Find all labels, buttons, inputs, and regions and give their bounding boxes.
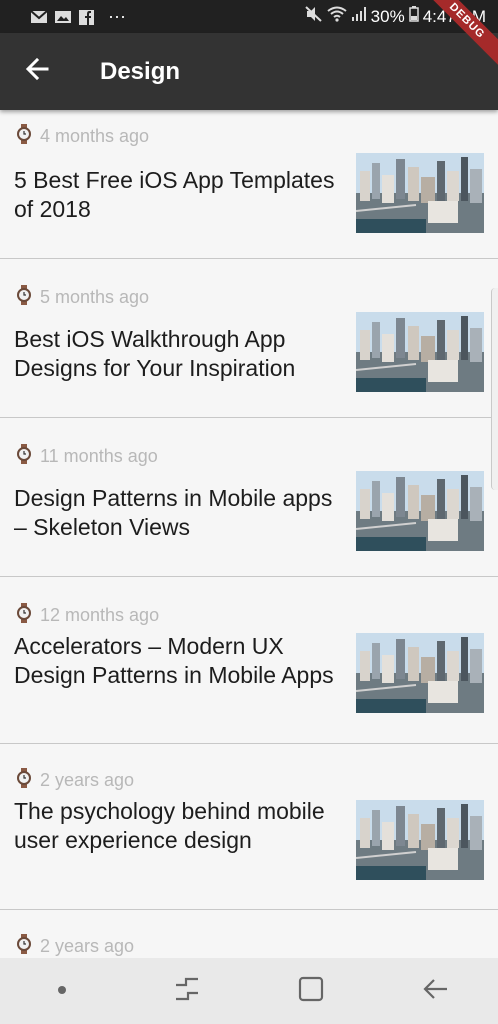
- status-bar: ··· 30% 4:47 PM: [0, 0, 498, 33]
- article-time: 2 years ago: [40, 936, 135, 956]
- edge-panel-handle[interactable]: [491, 288, 498, 490]
- page-title: Design: [100, 57, 181, 85]
- article-time: 12 months ago: [40, 605, 160, 625]
- back-icon: [423, 977, 449, 1006]
- article-time: 11 months ago: [40, 446, 158, 466]
- watch-icon: [16, 603, 32, 628]
- dot-icon: [57, 982, 67, 1000]
- article-meta: 4 months ago: [16, 124, 149, 149]
- list-item[interactable]: 12 months ago Accelerators – Modern UX D…: [0, 577, 498, 744]
- article-time: 2 years ago: [40, 770, 135, 790]
- article-thumbnail: [356, 312, 484, 392]
- facebook-icon: [78, 9, 96, 25]
- article-time: 5 months ago: [40, 287, 150, 307]
- watch-icon: [16, 124, 32, 149]
- article-title[interactable]: Design Patterns in Mobile apps – Skeleto…: [14, 484, 344, 542]
- article-title[interactable]: The psychology behind mobile user experi…: [14, 797, 344, 855]
- list-item[interactable]: 5 months ago Best iOS Walkthrough App De…: [0, 259, 498, 418]
- back-button[interactable]: [8, 42, 68, 102]
- article-meta: 2 years ago: [16, 768, 134, 793]
- mute-icon: [304, 6, 323, 27]
- more-notifications-icon: ···: [108, 6, 126, 26]
- watch-icon: [16, 934, 32, 958]
- gallery-icon: [54, 9, 72, 25]
- article-title[interactable]: 5 Best Free iOS App Templates of 2018: [14, 166, 344, 224]
- article-thumbnail: [356, 471, 484, 551]
- article-title[interactable]: Best iOS Walkthrough App Designs for You…: [14, 325, 344, 383]
- article-thumbnail: [356, 800, 484, 880]
- system-back-button[interactable]: [406, 966, 466, 1016]
- list-item[interactable]: 4 months ago 5 Best Free iOS App Templat…: [0, 110, 498, 259]
- article-thumbnail: [356, 153, 484, 233]
- battery-percent: 30%: [370, 6, 405, 26]
- recents-button[interactable]: [157, 966, 217, 1016]
- list-item[interactable]: 2 years ago The psychology behind mobile…: [0, 744, 498, 910]
- article-meta: 2 years ago: [16, 934, 134, 958]
- article-meta: 11 months ago: [16, 444, 158, 469]
- nav-dot-button[interactable]: [32, 966, 92, 1016]
- watch-icon: [16, 285, 32, 310]
- article-time: 4 months ago: [40, 126, 150, 146]
- list-item[interactable]: 2 years ago: [0, 910, 498, 958]
- article-title[interactable]: Accelerators – Modern UX Design Patterns…: [14, 632, 344, 690]
- article-thumbnail: [356, 633, 484, 713]
- watch-icon: [16, 768, 32, 793]
- arrow-left-icon: [25, 56, 51, 87]
- list-item[interactable]: 11 months ago Design Patterns in Mobile …: [0, 418, 498, 577]
- app-bar: Design: [0, 33, 498, 110]
- battery-icon: [408, 6, 419, 27]
- gmail-icon: [30, 9, 48, 25]
- wifi-icon: [327, 6, 347, 27]
- system-nav-bar: [0, 958, 498, 1024]
- article-meta: 5 months ago: [16, 285, 149, 310]
- article-meta: 12 months ago: [16, 603, 159, 628]
- signal-icon: [351, 6, 367, 27]
- home-icon: [298, 976, 324, 1007]
- article-list[interactable]: 4 months ago 5 Best Free iOS App Templat…: [0, 110, 498, 958]
- home-button[interactable]: [281, 966, 341, 1016]
- watch-icon: [16, 444, 32, 469]
- recents-icon: [174, 977, 200, 1006]
